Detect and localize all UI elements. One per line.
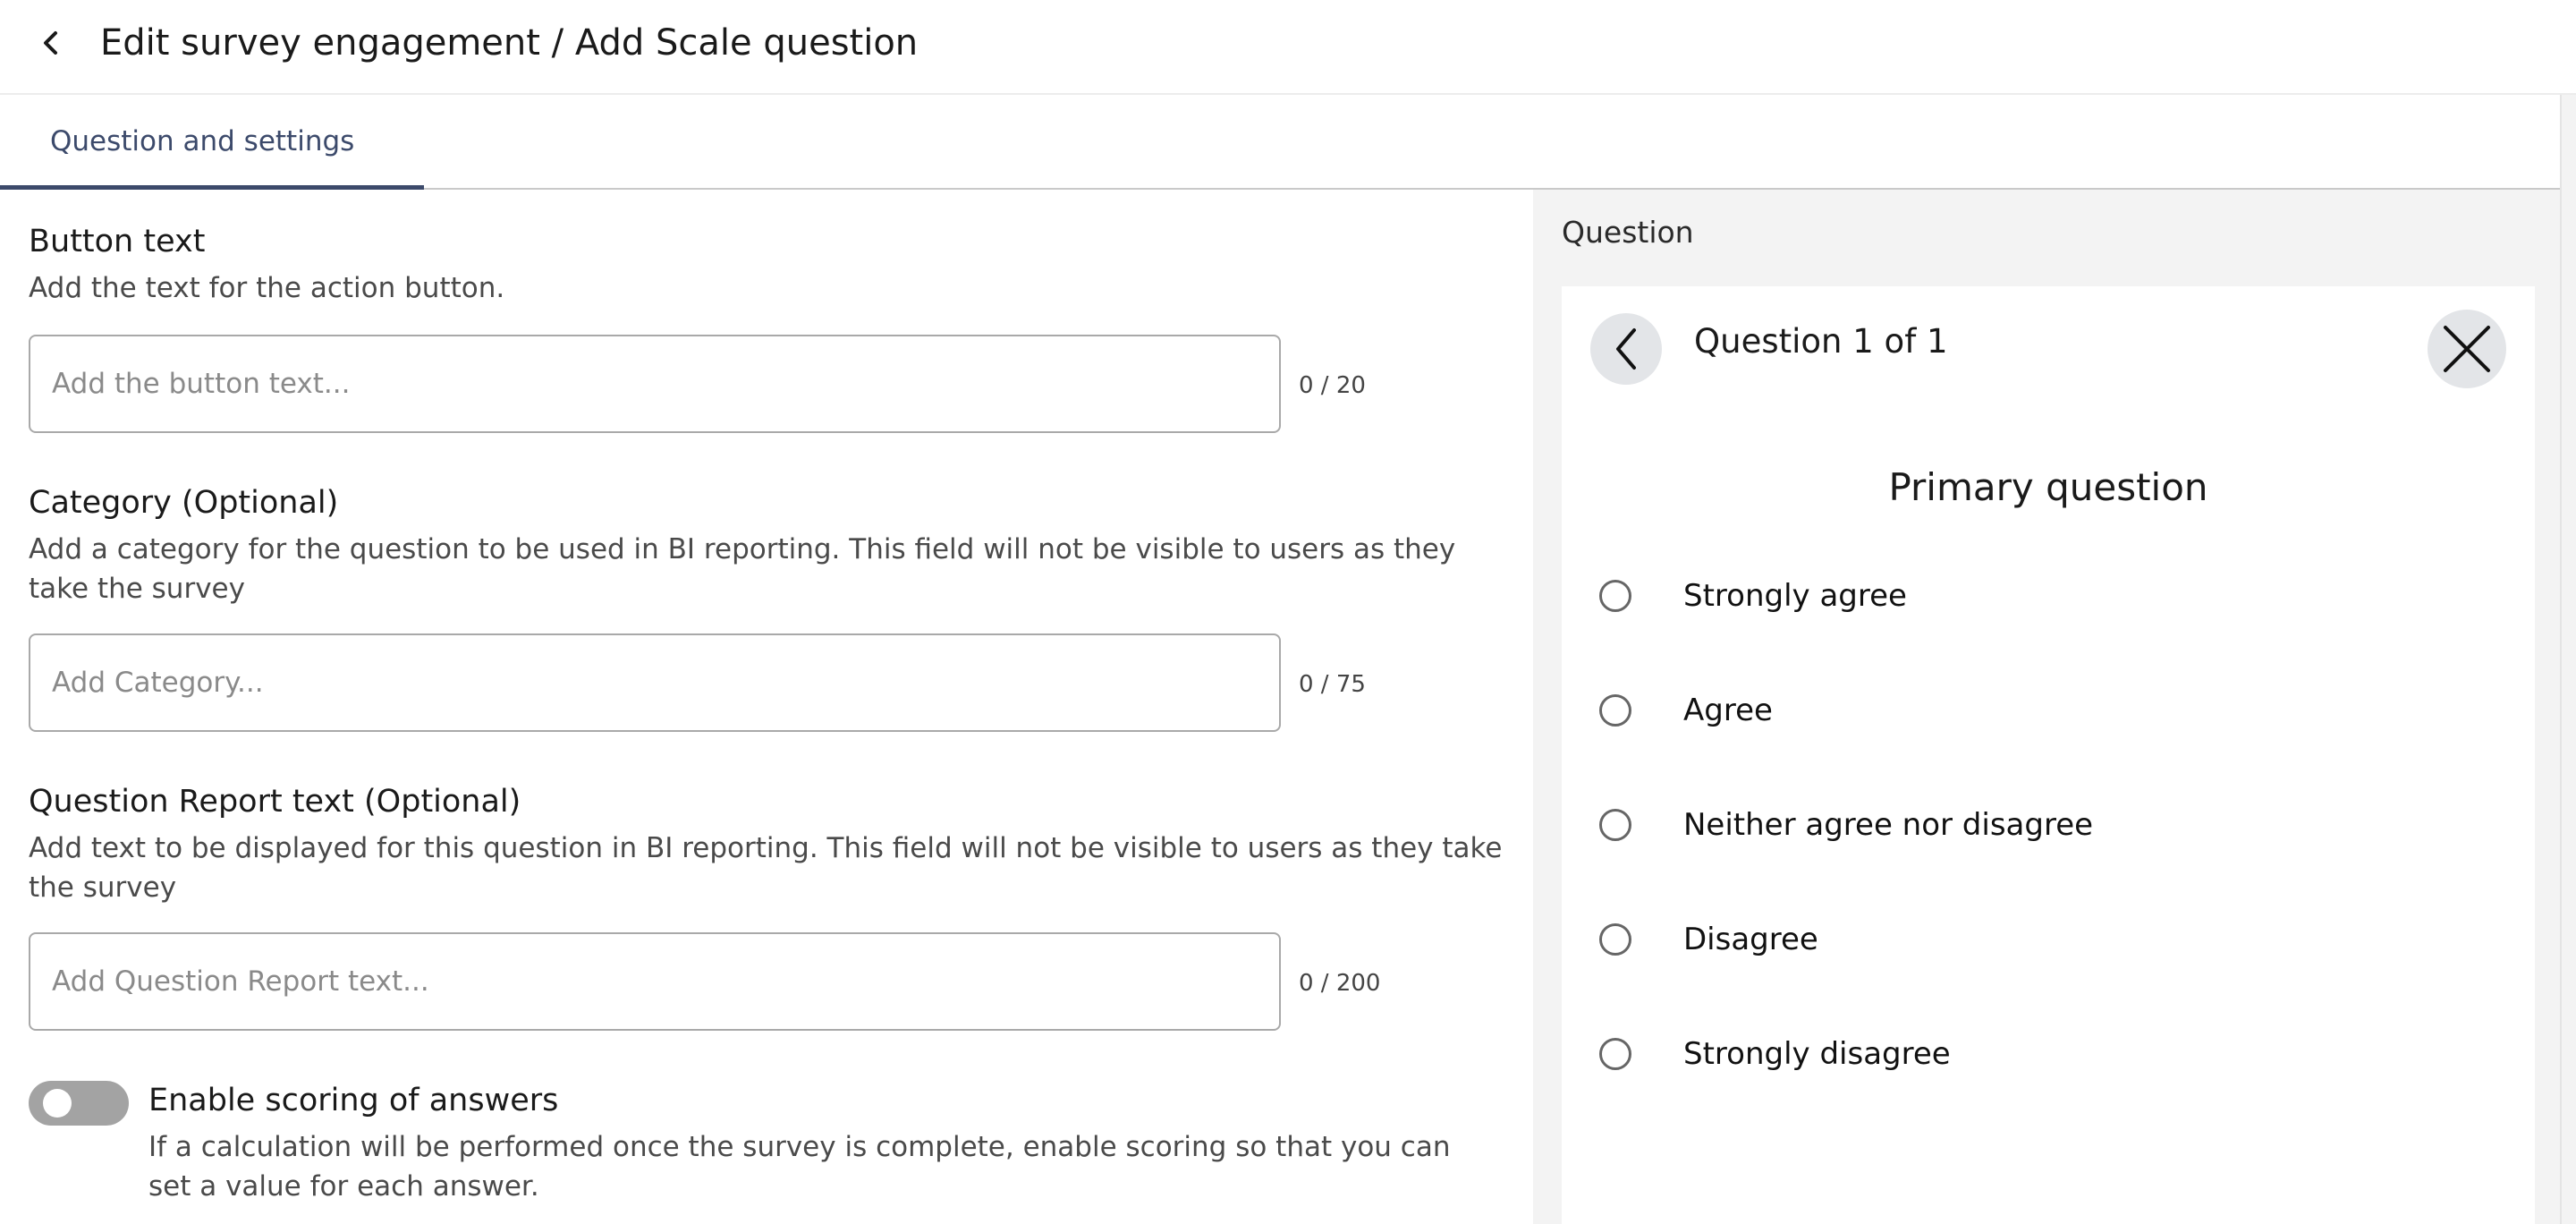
answer-option[interactable]: Strongly disagree bbox=[1599, 1027, 1951, 1081]
answer-option-label: Disagree bbox=[1683, 922, 1818, 957]
category-input[interactable] bbox=[29, 633, 1281, 732]
settings-form: Button text Add the text for the action … bbox=[0, 190, 1533, 1224]
radio-button[interactable] bbox=[1599, 1038, 1631, 1070]
close-preview-button[interactable] bbox=[2428, 310, 2506, 388]
answer-option[interactable]: Strongly agree bbox=[1599, 569, 1907, 623]
button-text-description: Add the text for the action button. bbox=[29, 272, 505, 304]
answer-option[interactable]: Agree bbox=[1599, 684, 1773, 737]
button-text-title: Button text bbox=[29, 224, 206, 259]
tab-question-and-settings[interactable]: Question and settings bbox=[0, 97, 424, 190]
preview-card: Question 1 of 1 Primary question Strongl… bbox=[1562, 286, 2535, 1224]
question-preview-panel: Question Question 1 of 1 Primary questio… bbox=[1533, 190, 2560, 1224]
close-icon bbox=[2444, 326, 2490, 372]
page-scrollbar[interactable] bbox=[2560, 95, 2576, 1224]
radio-button[interactable] bbox=[1599, 923, 1631, 956]
previous-question-button[interactable] bbox=[1590, 313, 1662, 385]
question-counter: Question 1 of 1 bbox=[1694, 322, 1948, 361]
scoring-toggle[interactable] bbox=[29, 1081, 129, 1126]
report-text-counter: 0 / 200 bbox=[1299, 970, 1381, 997]
primary-question: Primary question bbox=[1888, 465, 2208, 509]
answer-option[interactable]: Neither agree nor disagree bbox=[1599, 798, 2093, 852]
radio-button[interactable] bbox=[1599, 694, 1631, 727]
scoring-title: Enable scoring of answers bbox=[148, 1083, 559, 1118]
tab-bar: Question and settings bbox=[0, 97, 2560, 190]
back-button[interactable] bbox=[32, 23, 68, 63]
answer-option-label: Strongly agree bbox=[1683, 578, 1907, 614]
report-text-description: Add text to be displayed for this questi… bbox=[29, 832, 1503, 904]
button-text-input[interactable] bbox=[29, 335, 1281, 433]
report-text-input[interactable] bbox=[29, 932, 1281, 1031]
chevron-left-icon bbox=[1616, 328, 1636, 370]
radio-button[interactable] bbox=[1599, 809, 1631, 841]
report-text-title: Question Report text (Optional) bbox=[29, 784, 521, 820]
answer-option[interactable]: Disagree bbox=[1599, 913, 1818, 966]
answer-option-label: Agree bbox=[1683, 693, 1773, 728]
radio-button[interactable] bbox=[1599, 580, 1631, 612]
chevron-left-icon bbox=[44, 31, 57, 55]
preview-label: Question bbox=[1562, 215, 1694, 250]
page-title: Edit survey engagement / Add Scale quest… bbox=[100, 22, 919, 64]
category-description: Add a category for the question to be us… bbox=[29, 533, 1456, 605]
button-text-counter: 0 / 20 bbox=[1299, 372, 1366, 399]
answer-option-label: Strongly disagree bbox=[1683, 1036, 1951, 1072]
toggle-knob bbox=[43, 1089, 72, 1118]
category-counter: 0 / 75 bbox=[1299, 671, 1366, 698]
scoring-description: If a calculation will be performed once … bbox=[148, 1131, 1451, 1203]
answer-option-label: Neither agree nor disagree bbox=[1683, 807, 2094, 843]
page-header: Edit survey engagement / Add Scale quest… bbox=[0, 0, 2576, 95]
category-title: Category (Optional) bbox=[29, 485, 339, 521]
